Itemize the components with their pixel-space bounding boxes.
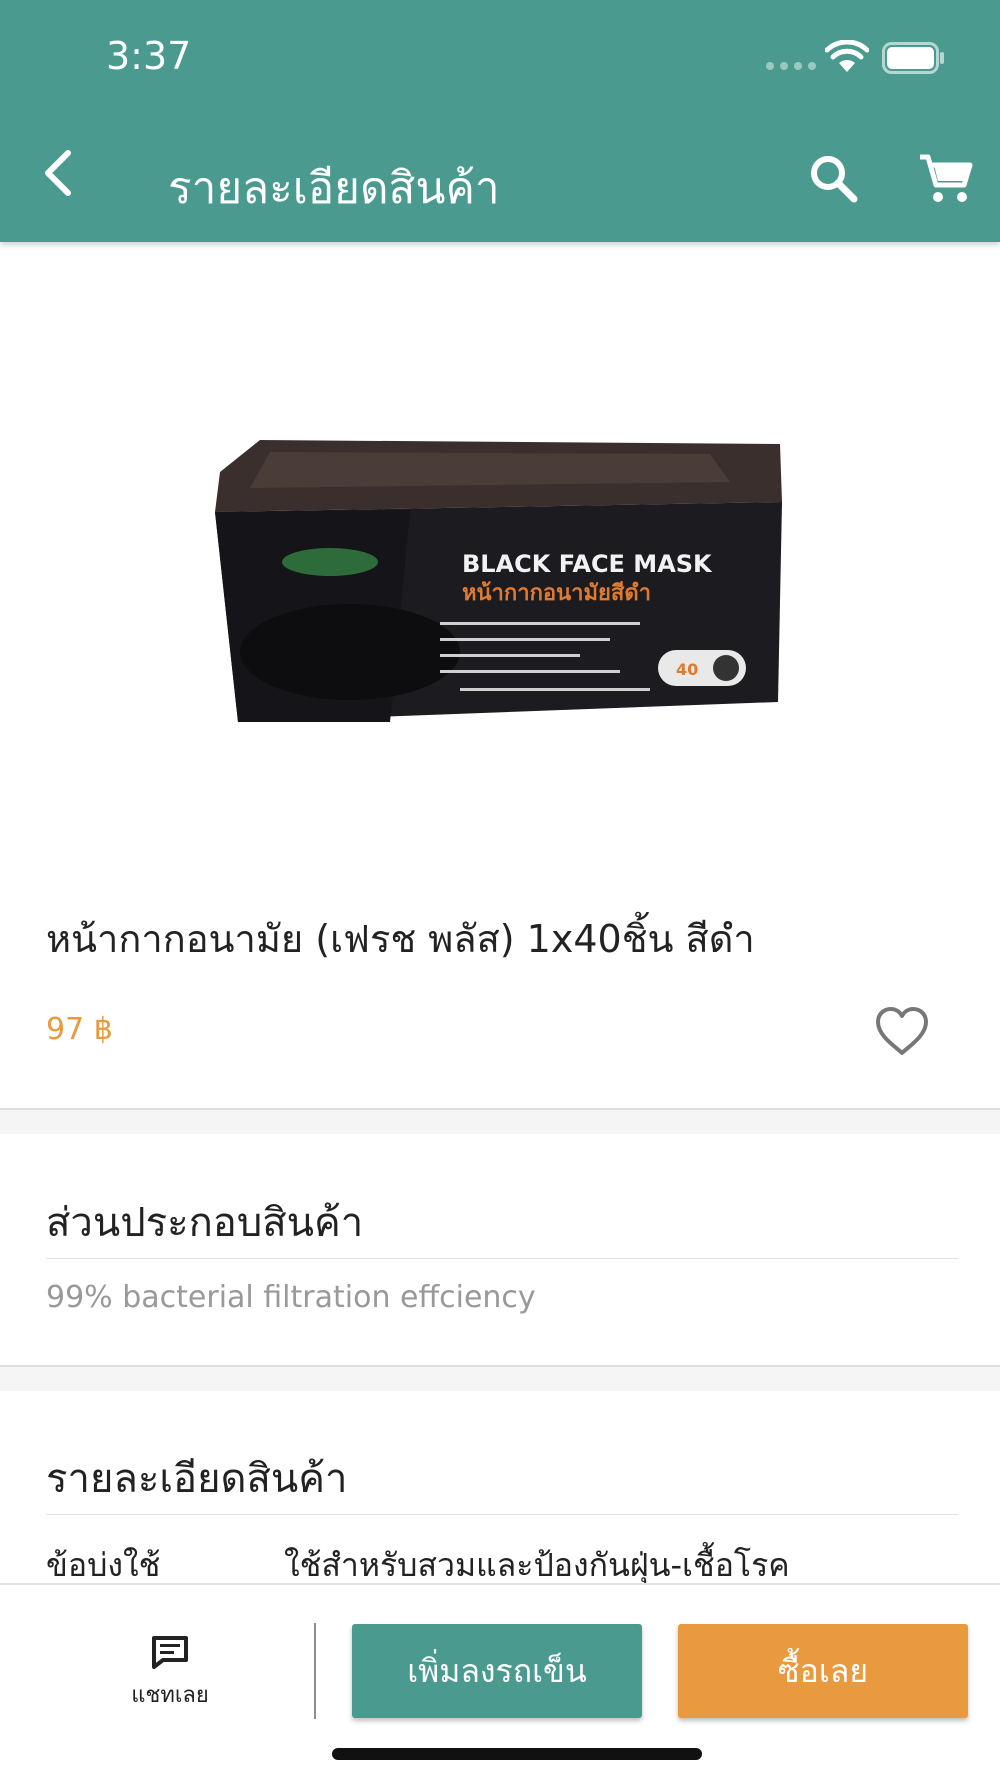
nav-bar: รายละเอียดสินค้า bbox=[0, 115, 1000, 242]
home-indicator bbox=[332, 1748, 702, 1760]
buy-now-button[interactable]: ซื้อเลย bbox=[678, 1624, 968, 1718]
status-time: 3:37 bbox=[106, 34, 192, 78]
status-bar: 3:37 bbox=[0, 0, 1000, 115]
product-name: หน้ากากอนามัย (เฟรช พลัส) 1x40ชิ้น สีดำ bbox=[46, 917, 755, 961]
heart-icon[interactable] bbox=[874, 1006, 930, 1058]
bottom-action-bar: แชทเลย เพิ่มลงรถเข็น ซื้อเลย bbox=[0, 1583, 1000, 1778]
box-count-text: 40 bbox=[676, 660, 698, 679]
battery-icon bbox=[882, 42, 944, 74]
chat-icon bbox=[152, 1636, 188, 1669]
product-image: BLACK FACE MASK หน้ากากอนามัยสีดำ 40 bbox=[215, 440, 782, 722]
back-arrow-icon bbox=[45, 150, 71, 196]
product-price: 97 ฿ bbox=[46, 1012, 113, 1047]
details-title: รายละเอียดสินค้า bbox=[46, 1456, 348, 1502]
page-title: รายละเอียดสินค้า bbox=[168, 163, 500, 214]
app-header: 3:37 รายละเอียดสินค้า bbox=[0, 0, 1000, 242]
add-to-cart-button[interactable]: เพิ่มลงรถเข็น bbox=[352, 1624, 642, 1718]
ingredients-title: ส่วนประกอบสินค้า bbox=[46, 1200, 364, 1246]
box-thai-text: หน้ากากอนามัยสีดำ bbox=[462, 581, 651, 606]
chat-label: แชทเลย bbox=[131, 1683, 209, 1708]
signal-icon bbox=[766, 62, 816, 70]
section-divider bbox=[0, 1365, 1000, 1391]
search-icon[interactable] bbox=[806, 151, 860, 205]
cart-icon[interactable] bbox=[918, 151, 974, 205]
section-divider bbox=[0, 1108, 1000, 1134]
section-rule bbox=[46, 1514, 958, 1515]
wifi-icon bbox=[825, 40, 869, 72]
section-rule bbox=[46, 1258, 958, 1259]
back-button[interactable] bbox=[30, 145, 86, 201]
chat-button[interactable]: แชทเลย bbox=[110, 1635, 230, 1725]
bar-separator bbox=[314, 1623, 316, 1719]
box-brand-text: BLACK FACE MASK bbox=[462, 550, 713, 578]
ingredients-text: 99% bacterial filtration effciency bbox=[46, 1280, 536, 1315]
